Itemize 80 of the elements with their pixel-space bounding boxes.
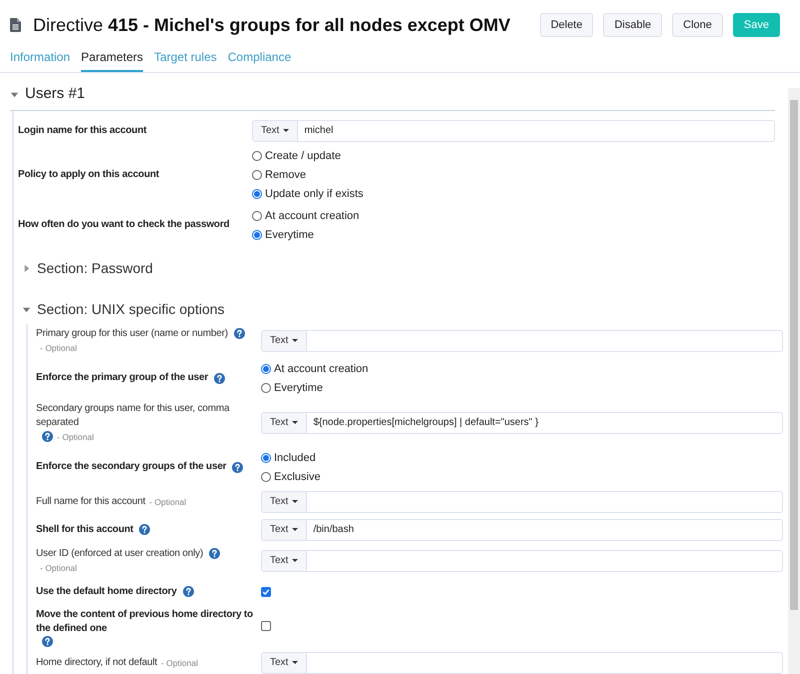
radio-button[interactable]: [252, 210, 262, 220]
field-label: Login name for this account: [18, 124, 146, 138]
section-title[interactable]: Section: UNIX specific options: [37, 298, 225, 320]
optional-label: - Optional: [57, 430, 94, 444]
field-label: Primary group for this user (name or number): [36, 326, 228, 340]
type-dropdown[interactable]: Text: [261, 412, 308, 434]
checkbox[interactable]: [261, 586, 271, 596]
help-icon[interactable]: [139, 524, 150, 535]
help-icon[interactable]: [42, 636, 53, 646]
option-label: Create / update: [265, 148, 341, 162]
caret-icon: [292, 421, 298, 424]
optional-label: - Optional: [40, 342, 77, 354]
tab[interactable]: Parameters: [81, 48, 144, 72]
type-dropdown[interactable]: Text: [261, 550, 308, 572]
input-field[interactable]: michel: [298, 120, 775, 142]
optional-label: - Optional: [149, 496, 186, 508]
option-label: Remove: [265, 168, 306, 182]
help-icon[interactable]: [232, 462, 244, 472]
radio-button[interactable]: [252, 170, 262, 180]
action-button[interactable]: Disable: [603, 13, 662, 37]
caret-icon: [292, 661, 298, 664]
field-label: Move the content of previous home directory to the defined one: [36, 608, 253, 636]
help-icon[interactable]: [42, 431, 53, 442]
field-label: Use the default home directory: [36, 584, 177, 598]
radio-button[interactable]: [261, 472, 271, 482]
option-label: Included: [274, 450, 316, 464]
field-label: User ID (enforced at user creation only): [36, 546, 204, 560]
radio-button[interactable]: [252, 230, 262, 240]
checkbox[interactable]: [261, 621, 271, 631]
field-label: Shell for this account: [36, 522, 134, 536]
caret-icon[interactable]: [10, 90, 19, 99]
caret-icon: [292, 528, 298, 531]
caret-icon: [292, 559, 298, 562]
option-label: Everytime: [274, 380, 323, 394]
radio-button[interactable]: [252, 150, 262, 160]
document-icon: [10, 18, 21, 32]
help-icon[interactable]: [209, 548, 220, 559]
caret-icon[interactable]: [22, 264, 31, 272]
section-title[interactable]: Section: Password: [37, 258, 153, 278]
input-field[interactable]: ${node.properties[michelgroups] | default="users" }: [307, 412, 783, 434]
option-label: At account creation: [274, 362, 368, 376]
option-label: Update only if exists: [265, 186, 364, 200]
help-icon[interactable]: [234, 328, 245, 339]
type-dropdown[interactable]: Text: [252, 120, 298, 142]
optional-label: - Optional: [161, 656, 198, 670]
page-title: Directive 415 - Michel's groups for all nodes except OMV: [33, 14, 510, 37]
field-label: Enforce the secondary groups of the user: [36, 460, 226, 474]
option-label: At account creation: [265, 208, 360, 222]
optional-label: - Optional: [40, 562, 77, 574]
option-label: Everytime: [265, 228, 314, 242]
input-field[interactable]: [307, 490, 783, 512]
input-field[interactable]: [307, 550, 783, 572]
type-dropdown[interactable]: Text: [261, 330, 308, 352]
help-icon[interactable]: [214, 372, 226, 384]
option-label: Exclusive: [274, 470, 320, 484]
caret-icon: [283, 129, 290, 132]
input-field[interactable]: /bin/bash: [307, 518, 783, 540]
caret-icon[interactable]: [22, 304, 31, 314]
type-dropdown[interactable]: Text: [261, 652, 308, 674]
type-dropdown[interactable]: Text: [261, 518, 308, 540]
scrollbar[interactable]: [788, 88, 800, 674]
caret-icon: [292, 339, 298, 342]
help-icon[interactable]: [182, 586, 194, 597]
radio-button[interactable]: [261, 452, 271, 462]
field-label: Policy to apply on this account: [18, 168, 160, 182]
radio-button[interactable]: [261, 382, 271, 392]
type-dropdown[interactable]: Text: [261, 490, 308, 512]
action-button[interactable]: Clone: [672, 13, 723, 37]
field-label: Enforce the primary group of the user: [36, 371, 208, 385]
input-field[interactable]: [307, 652, 783, 674]
field-label: Secondary groups name for this user, comma separated: [36, 402, 230, 430]
caret-icon: [292, 500, 298, 503]
field-label: How often do you want to check the password: [18, 218, 230, 232]
action-button[interactable]: Delete: [540, 13, 594, 37]
input-field[interactable]: [307, 330, 783, 352]
radio-button[interactable]: [261, 364, 271, 374]
field-label: Full name for this account: [36, 494, 146, 508]
field-label: Home directory, if not default: [36, 656, 158, 670]
section-title[interactable]: Users #1: [25, 83, 86, 106]
radio-button[interactable]: [252, 188, 262, 198]
